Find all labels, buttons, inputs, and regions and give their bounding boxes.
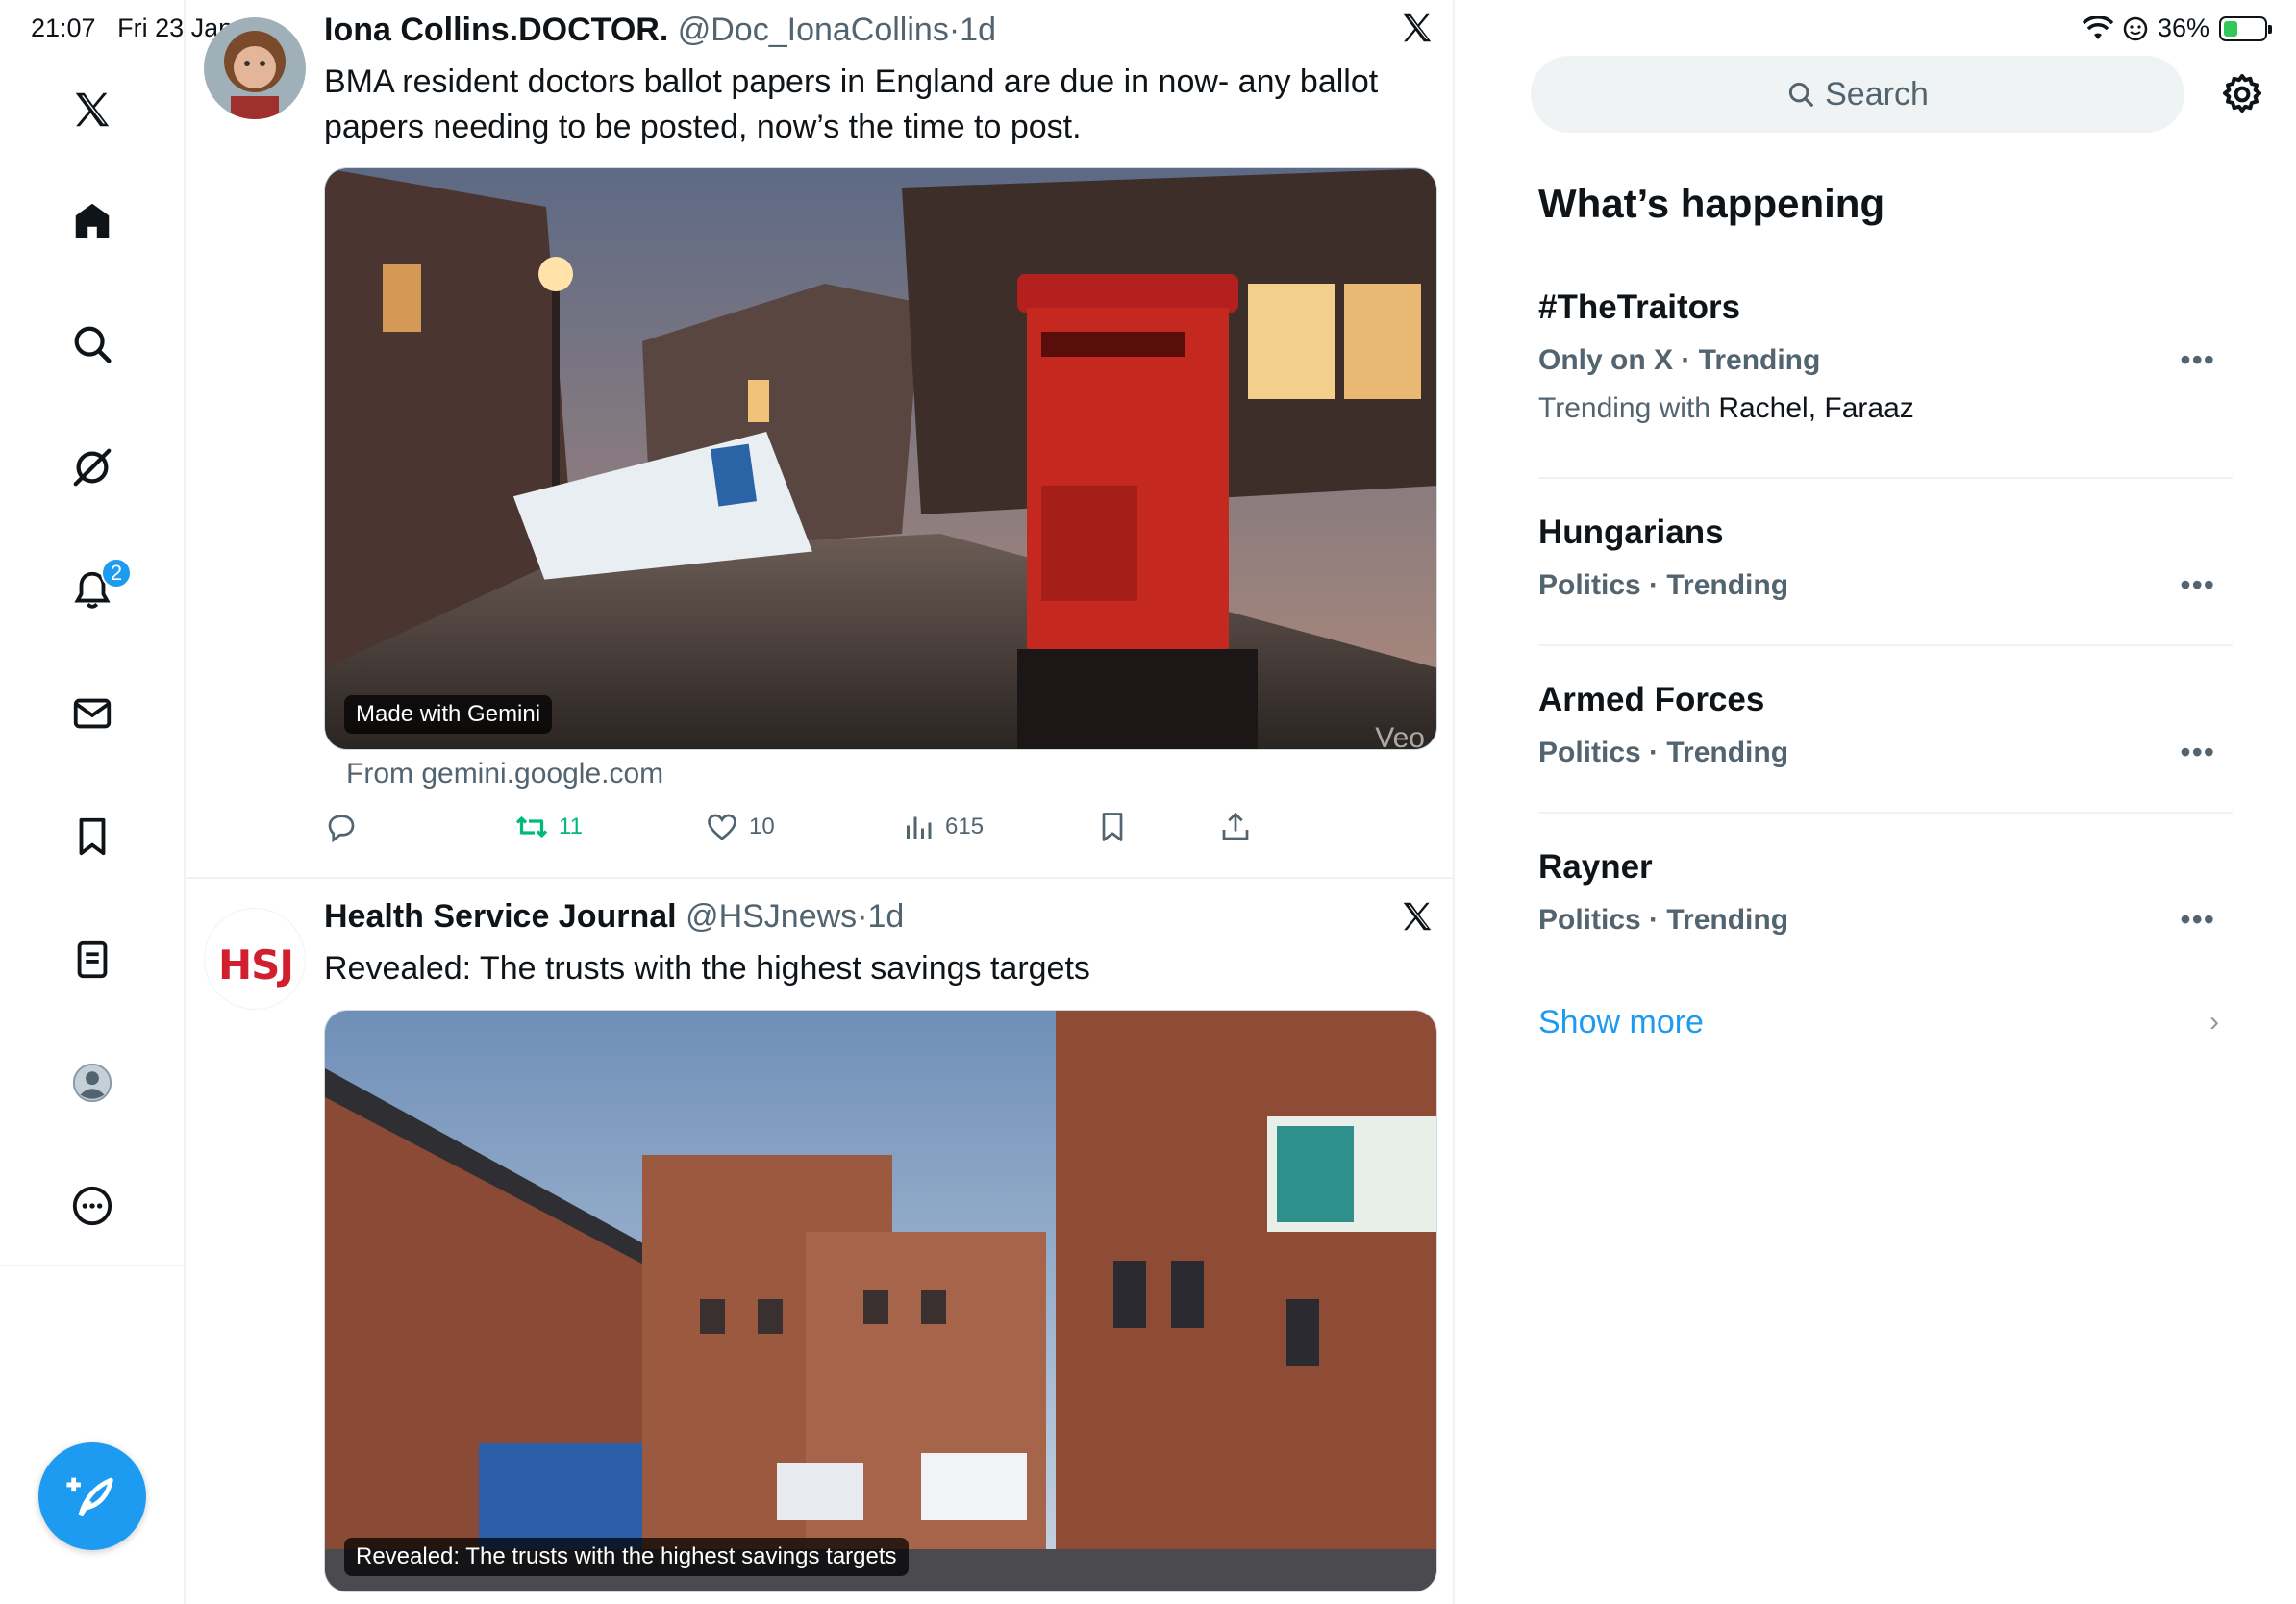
feather-plus-icon [66,1477,113,1516]
chevron-right-icon: › [2209,1006,2219,1038]
lists-icon[interactable] [63,931,121,989]
trend-divider [1538,812,2233,814]
views-button[interactable]: 615 [901,810,984,844]
trend-name: Armed Forces [1538,681,1765,718]
post-text: Revealed: The trusts with the highest sa… [324,950,1090,987]
trend-name: Hungarians [1538,514,1724,551]
trend-meta: Only on X · Trending [1538,344,1821,376]
nav-divider [0,1265,186,1266]
x-logo-icon [1399,10,1435,56]
search-placeholder: Search [1825,75,1929,113]
post-time[interactable]: 1d [960,12,996,48]
separator: · [857,898,868,935]
x-logo-icon[interactable] [63,81,121,138]
trend-more-icon[interactable]: ••• [2180,567,2215,603]
trend-name: #TheTraitors [1538,288,1741,326]
more-icon[interactable] [63,1177,121,1235]
author-handle[interactable]: @HSJnews [686,898,857,935]
status-indicators: 36% [2082,13,2272,43]
media-watermark: Veo [1375,722,1425,750]
repost-icon [515,816,548,838]
trend-item[interactable]: Armed Forces Politics · Trending ••• [1538,681,2233,769]
battery-percent: 36% [2157,13,2209,42]
post-header: Iona Collins.DOCTOR. @Doc_IonaCollins·1d [324,12,996,49]
trend-item[interactable]: Rayner Politics · Trending ••• [1538,848,2233,937]
battery-icon [2219,15,2272,41]
trend-item[interactable]: Hungarians Politics · Trending ••• [1538,514,2233,602]
home-icon[interactable] [63,192,121,250]
post-actions: 11 10 615 [324,810,1285,848]
separator: · [948,12,961,48]
post-media-image[interactable]: Made with Gemini Veo [324,167,1437,750]
trend-more-icon[interactable]: ••• [2180,735,2215,770]
settings-gear-icon[interactable] [2219,71,2265,117]
search-icon [1789,82,1813,107]
media-caption: Made with Gemini [344,695,553,734]
compose-post-button[interactable] [38,1442,146,1550]
trend-divider [1538,644,2233,646]
post-divider [186,877,1455,879]
author-handle[interactable]: @Doc_IonaCollins [678,12,949,48]
trend-more-icon[interactable]: ••• [2180,902,2215,938]
timeline: Iona Collins.DOCTOR. @Doc_IonaCollins·1d… [186,0,1455,1604]
link-source[interactable]: From gemini.google.com [346,758,663,790]
trend-with-label: Trending with [1538,392,1710,424]
bookmarks-icon[interactable] [63,808,121,865]
trend-meta: Politics · Trending [1538,569,1789,601]
trend-divider [1538,477,2233,479]
side-nav: 2 [0,0,186,1604]
repost-button[interactable]: 11 [514,810,583,844]
share-button[interactable] [1218,810,1253,844]
trend-item[interactable]: #TheTraitors Only on X · Trending Trendi… [1538,288,2233,425]
avatar[interactable] [204,17,306,119]
trend-more-icon[interactable]: ••• [2180,342,2215,378]
search-icon[interactable] [63,315,121,373]
show-more-link[interactable]: Show more [1538,1004,1704,1041]
reply-button[interactable] [324,810,368,844]
wifi-icon [2082,15,2113,39]
avatar[interactable]: HSJ [204,908,306,1010]
heart-icon [708,814,736,840]
whats-happening-title: What’s happening [1538,181,1885,226]
trend-name: Rayner [1538,848,1653,886]
notification-count-badge: 2 [101,558,132,589]
author-name[interactable]: Health Service Journal [324,898,677,935]
post-media-image[interactable]: Revealed: The trusts with the highest sa… [324,1010,1437,1592]
repost-count: 11 [559,814,583,840]
profile-icon[interactable] [63,1054,121,1112]
post-time[interactable]: 1d [868,898,905,935]
reply-icon [328,815,355,843]
media-caption: Revealed: The trusts with the highest sa… [344,1538,909,1576]
view-count: 615 [945,814,985,840]
battery-level [2224,20,2237,37]
trend-with: Trending with Rachel, Faraaz [1538,392,2233,425]
author-name[interactable]: Iona Collins.DOCTOR. [324,12,668,48]
trend-with-names: Rachel, Faraaz [1718,392,1914,424]
post-text: BMA resident doctors ballot papers in En… [324,63,1379,145]
hsj-logo: HSJ [217,941,294,989]
trend-meta: Politics · Trending [1538,904,1789,936]
search-bar[interactable]: Search [1531,56,2184,133]
post-header: Health Service Journal @HSJnews·1d [324,898,904,936]
bookmark-icon [1102,813,1123,841]
grok-icon[interactable] [63,439,121,496]
focus-icon [2123,16,2148,40]
analytics-icon [907,816,932,839]
messages-icon[interactable] [63,685,121,742]
share-icon [1222,812,1249,840]
like-count: 10 [749,814,775,840]
like-button[interactable]: 10 [705,810,775,844]
bookmark-button[interactable] [1095,810,1130,844]
x-logo-icon [1399,898,1435,944]
trend-meta: Politics · Trending [1538,737,1789,768]
